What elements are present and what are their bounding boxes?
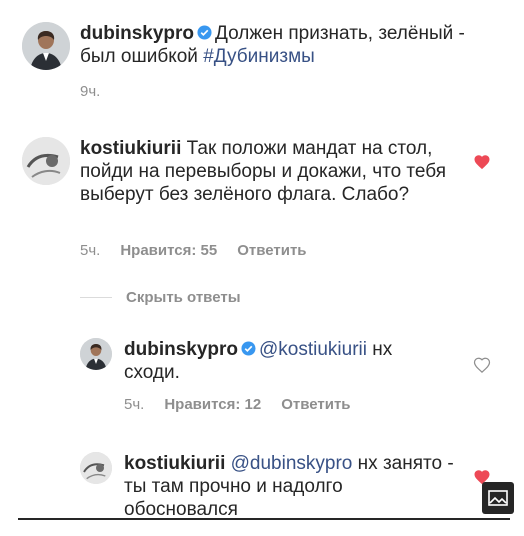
- comment-meta: 5ч. Нравится: 55 Ответить: [80, 242, 307, 259]
- verified-badge-icon: [241, 341, 256, 356]
- comment-time[interactable]: 5ч.: [80, 242, 100, 259]
- reply-mention[interactable]: @kostiukiurii: [259, 339, 367, 360]
- reply-username[interactable]: kostiukiurii: [124, 453, 225, 474]
- post-author-avatar[interactable]: [22, 22, 70, 70]
- reply-likes[interactable]: Нравится: 12: [164, 396, 261, 413]
- comment-avatar[interactable]: [22, 137, 70, 185]
- post-meta: 9ч.: [80, 83, 100, 100]
- comment-reply-button[interactable]: Ответить: [237, 242, 306, 259]
- comment-likes[interactable]: Нравится: 55: [120, 242, 217, 259]
- post-username[interactable]: dubinskypro: [80, 23, 194, 44]
- post-caption: dubinskypro Должен признать, зелёный - бы…: [80, 22, 500, 68]
- reply-reply-button[interactable]: Ответить: [281, 396, 350, 413]
- reply-avatar[interactable]: [80, 338, 112, 370]
- reply-username[interactable]: dubinskypro: [124, 339, 238, 360]
- reply-body: dubinskypro @kostiukiurii нх сходи.: [124, 338, 434, 384]
- reply-time[interactable]: 5ч.: [124, 396, 144, 413]
- heart-outline-icon[interactable]: [473, 356, 491, 374]
- post-hashtag[interactable]: #Дубинизмы: [203, 46, 315, 67]
- post-time[interactable]: 9ч.: [80, 83, 100, 100]
- reply-mention[interactable]: @dubinskypro: [231, 453, 353, 474]
- image-icon[interactable]: [482, 482, 514, 514]
- reply-meta: 5ч. Нравится: 12 Ответить: [124, 396, 351, 413]
- comment-body: kostiukiurii Так положи мандат на стол, …: [80, 137, 450, 206]
- reply-body: kostiukiurii @dubinskypro нх занято - ты…: [124, 452, 454, 521]
- heart-filled-icon[interactable]: [473, 153, 491, 171]
- bottom-divider: [18, 518, 510, 520]
- comment-username[interactable]: kostiukiurii: [80, 138, 181, 159]
- verified-badge-icon: [197, 25, 212, 40]
- hide-replies-divider: [80, 297, 112, 298]
- hide-replies-button[interactable]: Скрыть ответы: [126, 289, 241, 306]
- reply-avatar[interactable]: [80, 452, 112, 484]
